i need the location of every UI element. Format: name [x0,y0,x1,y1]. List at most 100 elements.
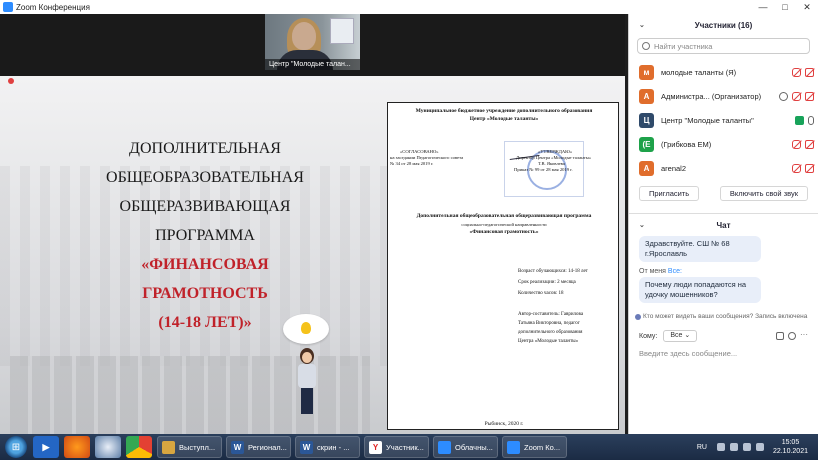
chat-message-input[interactable]: Введите здесь сообщение... [629,342,818,358]
chrome-icon[interactable] [126,436,152,458]
search-placeholder: Найти участника [654,41,713,51]
side-panel: ⌄ Участники (16) Найти участника м молод… [628,14,818,434]
more-icon[interactable]: ··· [800,331,808,340]
clock-date: 22.10.2021 [772,448,808,455]
doc-age: Возраст обучающихся: 14-18 лет [518,269,588,274]
network-icon[interactable] [729,443,738,451]
start-button[interactable]: ⊞ [5,436,27,458]
avatar: Ц [639,112,654,128]
window-title: Zoom Конференция [16,2,90,12]
participant-name: (Грибкова ЕМ) [661,139,712,149]
word-icon: W [300,440,313,454]
participants-header: ⌄ Участники (16) [629,14,818,36]
slide-line-highlight: «ФИНАНСОВАЯ [141,256,269,273]
doc-program-title: Дополнительная общеобразовательная общер… [416,213,592,219]
video-off-icon [805,91,814,101]
to-label: Кому: [639,332,658,340]
language-indicator[interactable]: RU [697,444,707,451]
doc-program-sub: социально-педагогической направленности [461,222,547,227]
chat-header: ⌄ Чат [629,214,818,236]
file-icon[interactable] [776,332,784,340]
participant-name: Администра... (Организатор) [661,91,762,101]
taskbar-item[interactable]: Облачны... [433,436,498,458]
participant-row[interactable]: Ц Центр "Молодые таланты" [629,108,818,132]
participant-video-thumbnail[interactable]: Центр "Молодые талан... [265,14,360,70]
media-player-icon[interactable]: ▶ [33,436,59,458]
taskbar-item[interactable]: Y Участник... [364,436,429,458]
word-icon: W [231,440,244,454]
system-tray: RU 15:05 22.10.2021 [697,438,818,456]
tray-up-icon[interactable] [716,443,725,451]
window-titlebar: Zoom Конференция — □ ✕ [0,0,818,14]
firefox-icon[interactable] [64,436,90,458]
avatar: м [639,64,654,80]
participant-row[interactable]: (Е (Грибкова ЕМ) [629,132,818,156]
video-off-icon [805,163,814,173]
invite-button[interactable]: Пригласить [639,186,700,201]
yandex-browser-icon: Y [369,440,382,454]
participant-row[interactable]: м молодые таланты (Я) [629,60,818,84]
doc-term: Срок реализации: 2 месяца [518,280,576,285]
video-off-icon [805,139,814,149]
flag-icon[interactable] [755,443,764,451]
slide-title: ДОПОЛНИТЕЛЬНАЯ ОБЩЕОБРАЗОВАТЕЛЬНАЯ ОБЩЕР… [40,134,370,337]
avatar: А [639,160,654,176]
slide-line: ДОПОЛНИТЕЛЬНАЯ [129,140,281,157]
participant-name: arenal2 [661,163,687,173]
recording-icon [779,91,788,101]
participant-search-input[interactable]: Найти участника [637,38,810,54]
doc-program-name: «Финансовая грамотность» [469,229,539,235]
info-icon [635,313,641,320]
chat-sender: От меня Все: [639,268,818,275]
close-button[interactable]: ✕ [796,0,818,14]
chevron-down-icon[interactable]: ⌄ [639,221,645,229]
minimize-button[interactable]: — [752,0,774,14]
chevron-down-icon[interactable]: ⌄ [639,21,645,29]
doc-author1: Автор-составитель: Гаврилова [518,312,584,317]
doc-hours: Количество часов: 18 [518,291,564,296]
clock[interactable]: 15:05 22.10.2021 [773,438,808,456]
shared-screen: ДОПОЛНИТЕЛЬНАЯ ОБЩЕОБРАЗОВАТЕЛЬНАЯ ОБЩЕР… [0,76,625,434]
participant-video-name: Центр "Молодые талан... [265,59,360,70]
meeting-stage: Центр "Молодые талан... ДОПОЛНИТЕЛЬНАЯ О… [0,14,625,434]
emoji-icon[interactable] [788,332,796,340]
slide-line-highlight: ГРАМОТНОСТЬ [142,285,268,302]
notice-text: Кто может видеть ваши сообщения? Запись … [643,313,808,320]
doc-agreed-text2: № 34 от 28 мая 2019 г. [390,161,434,166]
search-icon [642,42,650,50]
doc-footer: Рыбинск, 2020 г. [484,421,524,427]
zoom-icon [507,440,520,454]
recipient-select[interactable]: Все ⌄ [663,330,698,342]
chat-title: Чат [716,220,731,230]
unmute-self-button[interactable]: Включить свой звук [719,186,808,201]
mic-muted-icon [792,139,801,149]
slide-line: ОБЩЕРАЗВИВАЮЩАЯ [119,198,291,215]
volume-icon[interactable] [742,443,751,451]
chat-recipient-row: Кому: Все ⌄ ··· [629,320,818,342]
doc-approved-text3: Приказ № 99 от 28 мая 2019 г. [514,167,573,172]
participant-row[interactable]: А Администра... (Организатор) [629,84,818,108]
folder-icon [162,440,175,454]
chat-visibility-notice[interactable]: Кто может видеть ваши сообщения? Запись … [629,313,818,320]
maximize-button[interactable]: □ [774,0,796,14]
taskbar-item[interactable]: W Регионал... [226,436,291,458]
taskbar-item[interactable]: Zoom Ко... [502,436,567,458]
thought-bubble-lightbulb-icon [283,314,329,344]
participants-title: Участники (16) [694,20,753,30]
taskbar-item[interactable]: W скрин - ... [295,436,360,458]
doc-org-line2: Центр «Молодые таланты» [469,116,539,122]
document-page: Муниципальное бюджетное учреждение допол… [387,102,619,430]
participant-row[interactable]: А arenal2 [629,156,818,180]
taskbar-item[interactable]: Выступл... [157,436,222,458]
participant-name: Центр "Молодые таланты" [661,115,754,125]
doc-author2: Татьяна Викторовна, педагог [518,321,580,326]
doc-author4: Центра «Молодые таланты» [518,339,579,344]
slide-line: ОБЩЕОБРАЗОВАТЕЛЬНАЯ [106,169,304,186]
zoom-logo-icon [3,2,13,12]
cartoon-person-illustration [295,348,319,414]
mic-muted-icon [792,163,801,173]
zoom-icon [438,440,451,454]
chat-recipient[interactable]: Все: [668,268,682,275]
app-icon[interactable] [95,436,121,458]
video-off-icon [805,67,814,77]
